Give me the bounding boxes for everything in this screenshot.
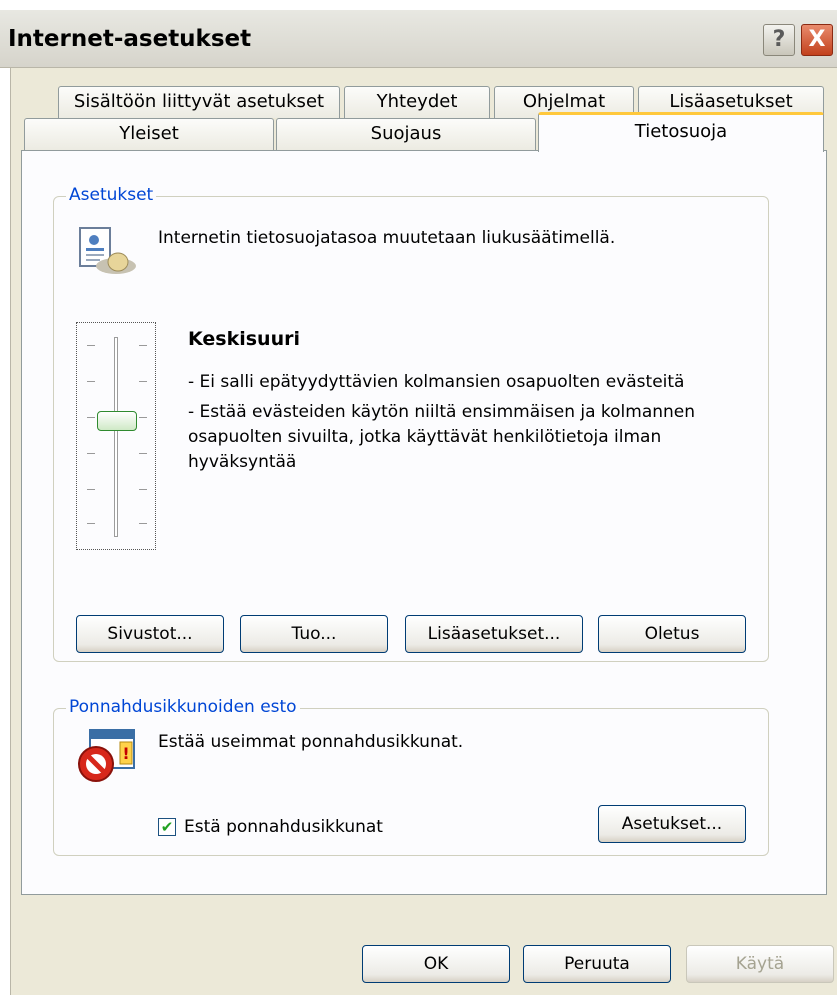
tab-label: Sisältöön liittyvät asetukset: [73, 91, 325, 112]
tab-privacy[interactable]: Tietosuoja: [538, 112, 824, 152]
slider-tick: [87, 381, 95, 382]
tab-label: Yleiset: [119, 123, 179, 144]
popup-blocker-description: Estää useimmat ponnahdusikkunat.: [158, 732, 464, 752]
privacy-level-slider[interactable]: [76, 322, 156, 550]
slider-tick: [139, 489, 147, 490]
tab-label: Lisäasetukset: [669, 91, 793, 112]
settings-group-title: Asetukset: [66, 185, 157, 205]
tab-security[interactable]: Suojaus: [276, 118, 536, 150]
apply-button: Käytä: [686, 945, 834, 983]
title-bar[interactable]: Internet-asetukset ? X: [0, 10, 837, 68]
slider-tick: [139, 417, 147, 418]
checkmark-icon: ✔: [160, 818, 174, 836]
import-button[interactable]: Tuo...: [240, 615, 388, 653]
slider-tick: [139, 523, 147, 524]
default-button[interactable]: Oletus: [598, 615, 746, 653]
privacy-level-line-2: - Estää evästeiden käytön niiltä ensimmä…: [188, 402, 696, 422]
privacy-level-line-3: osapuolten sivuilta, jotka käyttävät hen…: [188, 427, 662, 447]
advanced-settings-button[interactable]: Lisäasetukset...: [405, 615, 583, 653]
window-title: Internet-asetukset: [8, 26, 252, 52]
ok-button[interactable]: OK: [362, 945, 510, 983]
svg-text:!: !: [122, 744, 129, 763]
slider-tick: [87, 417, 95, 418]
slider-tick: [87, 345, 95, 346]
slider-tick: [87, 489, 95, 490]
privacy-level-title: Keskisuuri: [188, 328, 300, 350]
popup-blocker-group-title: Ponnahdusikkunoiden esto: [66, 697, 300, 717]
privacy-level-line-4: hyväksyntää: [188, 452, 297, 472]
tab-label: Tietosuoja: [634, 121, 728, 142]
tab-connections[interactable]: Yhteydet: [344, 86, 490, 118]
slider-tick: [139, 345, 147, 346]
block-popups-checkbox[interactable]: ✔: [158, 818, 176, 836]
tab-label: Suojaus: [370, 123, 442, 144]
slider-tick: [139, 381, 147, 382]
help-button[interactable]: ?: [763, 24, 795, 56]
privacy-level-line-1: - Ei salli epätyydyttävien kolmansien os…: [188, 372, 685, 392]
tab-content[interactable]: Sisältöön liittyvät asetukset: [58, 86, 340, 118]
slider-tick: [87, 523, 95, 524]
cancel-button[interactable]: Peruuta: [523, 945, 671, 983]
block-popups-label[interactable]: Estä ponnahdusikkunat: [184, 817, 383, 837]
settings-description: Internetin tietosuojatasoa muutetaan liu…: [158, 228, 616, 248]
privacy-settings-icon: [76, 222, 140, 278]
slider-track: [114, 337, 118, 537]
tab-label: Yhteydet: [376, 91, 458, 112]
slider-tick: [139, 453, 147, 454]
close-button[interactable]: X: [801, 24, 833, 56]
popup-blocker-icon: !: [76, 726, 138, 784]
sites-button[interactable]: Sivustot...: [76, 615, 224, 653]
slider-thumb[interactable]: [97, 411, 137, 431]
slider-tick: [87, 453, 95, 454]
close-icon: X: [808, 27, 826, 52]
tab-general[interactable]: Yleiset: [24, 118, 274, 150]
internet-options-window: Internet-asetukset ? X Sisältöön liittyv…: [0, 0, 837, 995]
tab-label: Ohjelmat: [522, 91, 606, 112]
help-icon: ?: [772, 27, 786, 52]
popup-settings-button[interactable]: Asetukset...: [598, 805, 746, 843]
